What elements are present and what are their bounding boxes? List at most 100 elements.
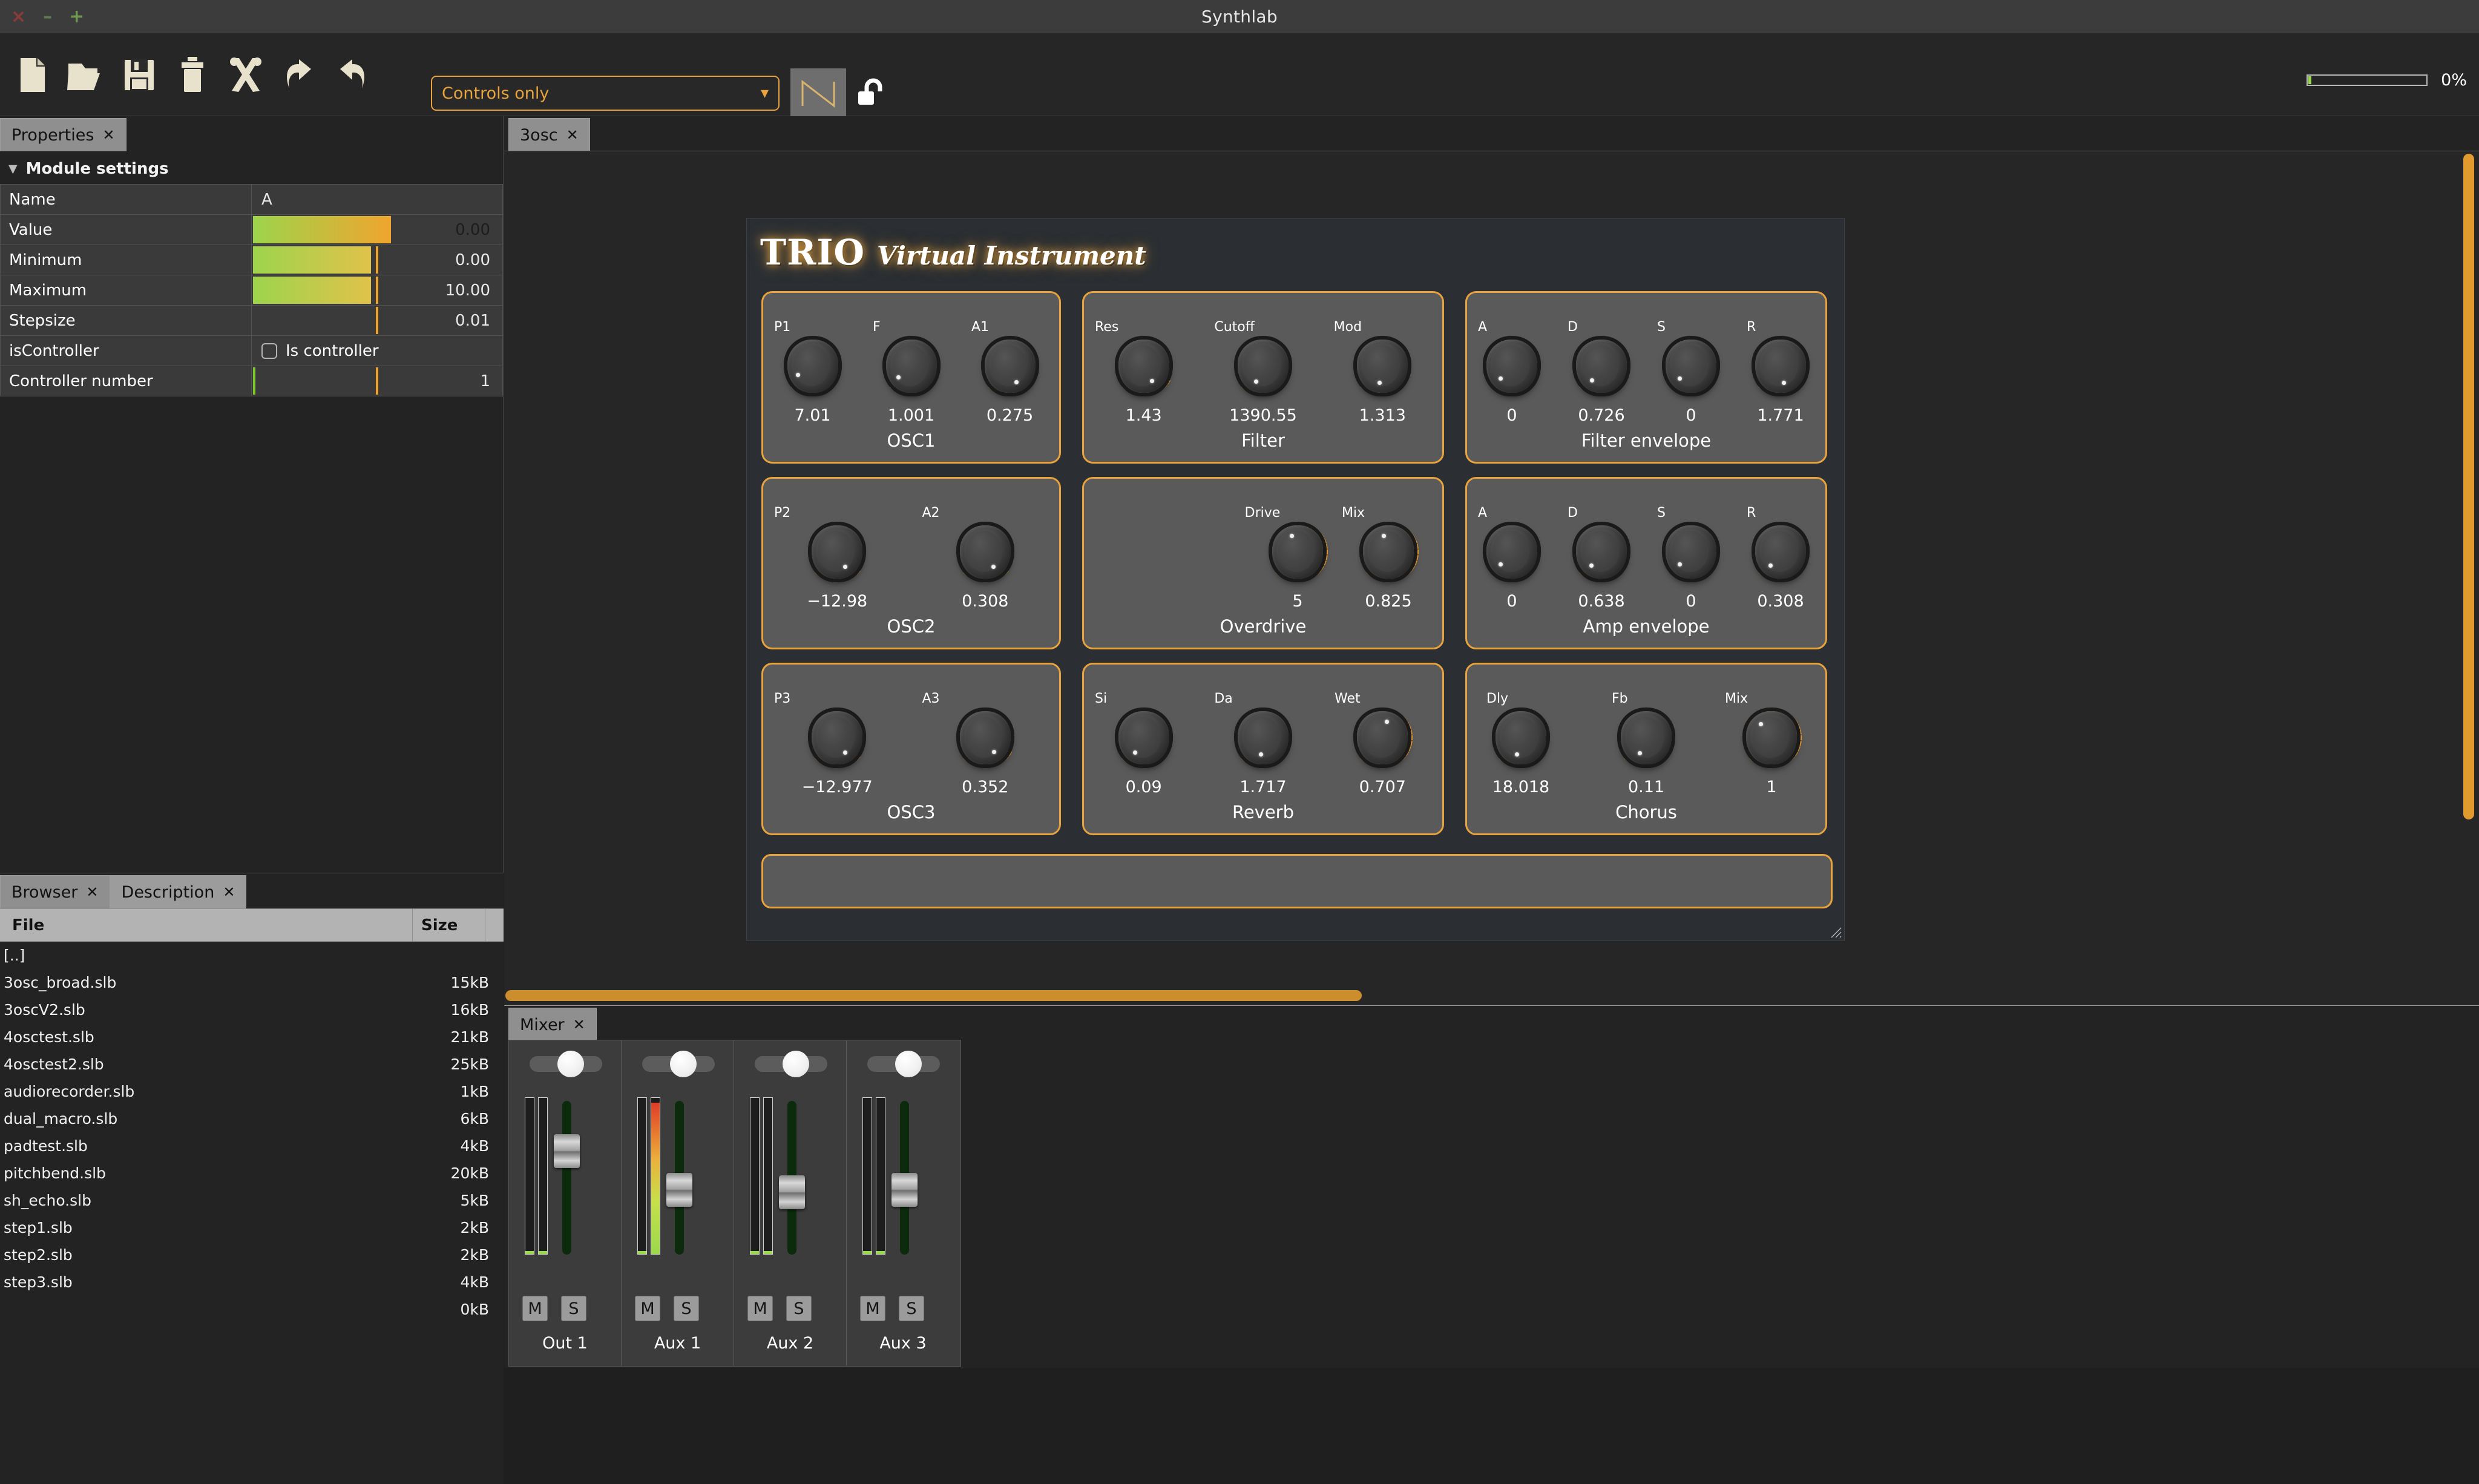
knob-body[interactable]: [1621, 711, 1672, 764]
new-file-button[interactable]: [6, 42, 59, 108]
knob-body[interactable]: [1363, 525, 1414, 579]
volume-fader-track[interactable]: [675, 1101, 684, 1255]
mute-button[interactable]: M: [747, 1296, 773, 1321]
knob-a1[interactable]: [974, 331, 1046, 404]
close-icon[interactable]: ✕: [566, 126, 579, 143]
knob-s[interactable]: [1655, 517, 1727, 589]
browser-file-list[interactable]: [..]3osc_broad.slb15kB3oscV2.slb16kB4osc…: [0, 942, 504, 1323]
knob-a2[interactable]: [949, 517, 1022, 589]
is-controller-checkbox[interactable]: [261, 343, 277, 359]
close-icon[interactable]: ✕: [573, 1016, 585, 1033]
knob-a3[interactable]: [949, 703, 1022, 775]
knob-res[interactable]: [1108, 331, 1180, 404]
knob-body[interactable]: [1272, 525, 1323, 579]
list-item[interactable]: pitchbend.slb20kB: [0, 1160, 504, 1187]
tab-browser[interactable]: Browser ✕: [0, 875, 110, 908]
knob-a[interactable]: [1476, 517, 1548, 589]
tab-description[interactable]: Description ✕: [110, 875, 247, 908]
knob-body[interactable]: [1486, 340, 1537, 393]
knob-body[interactable]: [1238, 711, 1289, 764]
mute-button[interactable]: M: [635, 1296, 660, 1321]
knob-body[interactable]: [1666, 340, 1716, 393]
list-item[interactable]: step3.slb4kB: [0, 1269, 504, 1296]
knob-p3[interactable]: [801, 703, 873, 775]
knob-body[interactable]: [1118, 711, 1169, 764]
save-button[interactable]: [113, 42, 166, 108]
open-folder-button[interactable]: [59, 42, 113, 108]
knob-r[interactable]: [1744, 517, 1817, 589]
knob-f[interactable]: [875, 331, 948, 404]
knob-body[interactable]: [1496, 711, 1546, 764]
prop-value-name[interactable]: A: [252, 185, 503, 215]
undo-button[interactable]: [272, 42, 326, 108]
knob-drive[interactable]: [1261, 517, 1334, 589]
column-header-file[interactable]: File: [0, 909, 413, 941]
list-item[interactable]: 3oscV2.slb16kB: [0, 996, 504, 1023]
knob-body[interactable]: [812, 525, 862, 579]
knob-body[interactable]: [1576, 340, 1627, 393]
tools-button[interactable]: [219, 42, 272, 108]
pan-knob[interactable]: [557, 1051, 584, 1077]
knob-body[interactable]: [1666, 525, 1716, 579]
module-settings-header[interactable]: ▼ Module settings: [0, 155, 503, 184]
prop-value-value[interactable]: 0.00: [252, 215, 503, 245]
solo-button[interactable]: S: [674, 1296, 699, 1321]
solo-button[interactable]: S: [786, 1296, 812, 1321]
volume-fader-track[interactable]: [900, 1101, 909, 1255]
pan-knob[interactable]: [783, 1051, 809, 1077]
knob-body[interactable]: [1238, 340, 1289, 393]
volume-fader-handle[interactable]: [666, 1173, 692, 1207]
knob-cutoff[interactable]: [1227, 331, 1299, 404]
knob-da[interactable]: [1227, 703, 1299, 775]
trio-keyboard-strip[interactable]: [761, 854, 1833, 908]
view-mode-select[interactable]: Controls only ▾: [431, 76, 780, 111]
knob-body[interactable]: [1576, 525, 1627, 579]
prop-value-controller-number[interactable]: 1: [252, 366, 503, 396]
patch-canvas[interactable]: TRIO Virtual Instrument P17.01F1.001A10.…: [504, 151, 2479, 1005]
volume-fader-track[interactable]: [562, 1101, 571, 1255]
knob-d[interactable]: [1565, 331, 1638, 404]
pan-knob[interactable]: [895, 1051, 922, 1077]
knob-body[interactable]: [1755, 525, 1806, 579]
list-item[interactable]: [..]: [0, 942, 504, 969]
list-item[interactable]: step1.slb2kB: [0, 1214, 504, 1241]
knob-body[interactable]: [1118, 340, 1169, 393]
volume-fader-handle[interactable]: [779, 1175, 805, 1209]
volume-fader-handle[interactable]: [891, 1173, 918, 1207]
knob-body[interactable]: [1746, 711, 1797, 764]
pan-slider[interactable]: [867, 1056, 940, 1072]
sawtooth-waveform-button[interactable]: [790, 68, 846, 118]
delete-button[interactable]: [166, 42, 219, 108]
canvas-vertical-scrollbar[interactable]: [2463, 154, 2474, 819]
knob-d[interactable]: [1565, 517, 1638, 589]
knob-fb[interactable]: [1610, 703, 1683, 775]
prop-value-stepsize[interactable]: 0.01: [252, 306, 503, 336]
knob-body[interactable]: [1357, 340, 1408, 393]
resize-handle-icon[interactable]: [1829, 925, 1842, 939]
knob-mix[interactable]: [1735, 703, 1808, 775]
list-item[interactable]: dual_macro.slb6kB: [0, 1105, 504, 1132]
redo-button[interactable]: [326, 42, 379, 108]
knob-body[interactable]: [985, 340, 1036, 393]
knob-a[interactable]: [1476, 331, 1548, 404]
solo-button[interactable]: S: [561, 1296, 586, 1321]
pan-slider[interactable]: [642, 1056, 715, 1072]
tab-properties[interactable]: Properties ✕: [0, 118, 126, 151]
knob-body[interactable]: [1486, 525, 1537, 579]
knob-wet[interactable]: [1346, 703, 1419, 775]
knob-dly[interactable]: [1485, 703, 1557, 775]
knob-s[interactable]: [1655, 331, 1727, 404]
knob-r[interactable]: [1744, 331, 1817, 404]
list-item[interactable]: 4osctest2.slb25kB: [0, 1051, 504, 1078]
mute-button[interactable]: M: [522, 1296, 548, 1321]
prop-value-maximum[interactable]: 10.00: [252, 275, 503, 306]
solo-button[interactable]: S: [899, 1296, 924, 1321]
list-item[interactable]: sh_echo.slb5kB: [0, 1187, 504, 1214]
knob-p1[interactable]: [777, 331, 849, 404]
knob-body[interactable]: [787, 340, 838, 393]
volume-fader-handle[interactable]: [554, 1134, 580, 1168]
pan-knob[interactable]: [670, 1051, 697, 1077]
prop-value-iscontroller[interactable]: Is controller: [252, 336, 503, 366]
knob-body[interactable]: [1357, 711, 1408, 764]
knob-si[interactable]: [1108, 703, 1180, 775]
